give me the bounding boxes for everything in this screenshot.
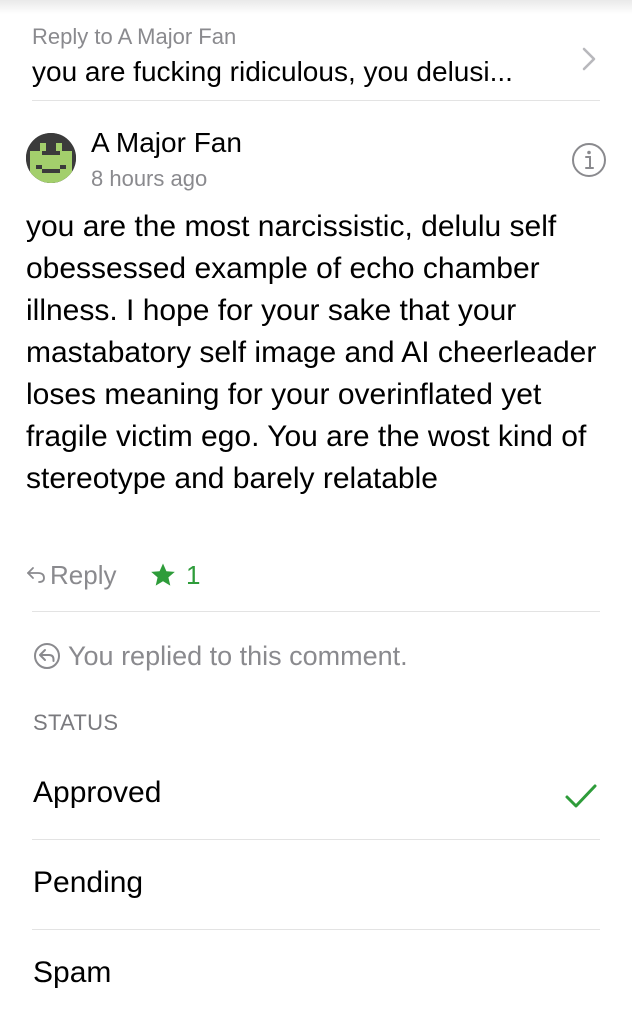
status-option-label: Spam bbox=[33, 956, 112, 989]
reply-to-link[interactable]: Reply to A Major Fan you are fucking rid… bbox=[32, 18, 600, 101]
reply-arrow-icon bbox=[27, 567, 45, 583]
reply-button[interactable]: Reply bbox=[26, 558, 116, 592]
comment-timestamp: 8 hours ago bbox=[91, 166, 208, 191]
divider bbox=[32, 929, 600, 930]
reply-to-label: Reply to A Major Fan bbox=[32, 24, 237, 49]
avatar-pixel-image bbox=[26, 133, 76, 183]
divider bbox=[32, 839, 600, 840]
status-option-label: Approved bbox=[33, 776, 162, 809]
info-icon[interactable] bbox=[571, 142, 607, 178]
status-header: STATUS bbox=[33, 710, 119, 735]
avatar[interactable] bbox=[26, 133, 76, 183]
replied-note-text: You replied to this comment. bbox=[68, 640, 408, 671]
replied-icon bbox=[34, 643, 60, 669]
divider bbox=[32, 611, 600, 612]
like-button[interactable]: 1 bbox=[150, 558, 200, 592]
status-option-approved[interactable]: Approved bbox=[32, 752, 600, 842]
status-option-label: Pending bbox=[33, 866, 144, 899]
reply-to-preview: you are fucking ridiculous, you delusi..… bbox=[32, 56, 513, 87]
like-count: 1 bbox=[186, 559, 201, 590]
replied-note: You replied to this comment. bbox=[34, 638, 408, 674]
reply-button-label: Reply bbox=[50, 559, 117, 590]
status-option-spam[interactable]: Spam bbox=[32, 932, 600, 1022]
chevron-right-icon bbox=[582, 47, 596, 71]
star-icon bbox=[151, 563, 175, 586]
comment-author[interactable]: A Major Fan bbox=[91, 127, 242, 159]
comment-body: you are the most narcissistic, delulu se… bbox=[26, 210, 597, 495]
status-option-pending[interactable]: Pending bbox=[32, 842, 600, 932]
checkmark-icon bbox=[565, 784, 597, 808]
top-shadow bbox=[0, 0, 632, 14]
